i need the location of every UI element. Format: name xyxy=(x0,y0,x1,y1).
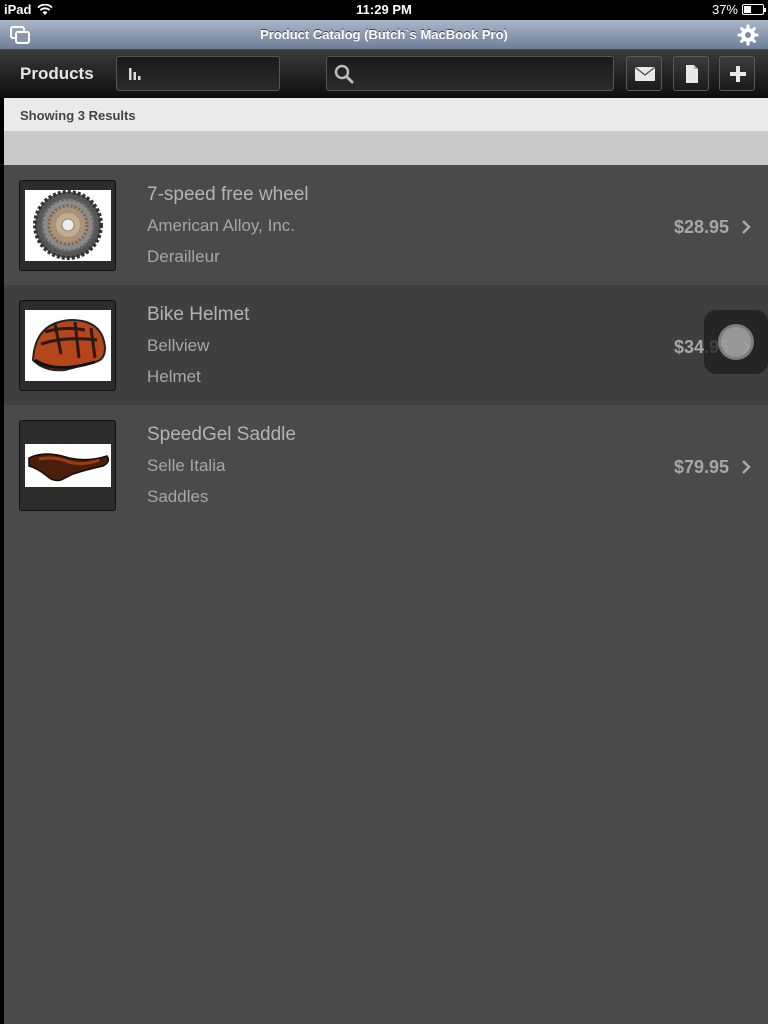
list-item[interactable]: Bike Helmet Bellview Helmet $34.95 xyxy=(4,285,768,405)
search-field[interactable] xyxy=(326,56,614,91)
product-name: 7-speed free wheel xyxy=(147,184,309,205)
list-item[interactable]: SpeedGel Saddle Selle Italia Saddles $79… xyxy=(4,405,768,525)
product-list: 7-speed free wheel American Alloy, Inc. … xyxy=(4,165,768,1024)
product-price: $79.95 xyxy=(673,457,729,477)
document-button[interactable] xyxy=(673,56,709,91)
section-divider xyxy=(4,132,768,165)
saddle-image xyxy=(25,444,111,487)
product-vendor: Selle Italia xyxy=(147,456,226,475)
product-thumbnail xyxy=(19,420,116,511)
list-item[interactable]: 7-speed free wheel American Alloy, Inc. … xyxy=(4,165,768,285)
status-time: 11:29 PM xyxy=(356,2,412,17)
product-vendor: Bellview xyxy=(147,336,210,355)
toolbar: Products xyxy=(0,50,768,98)
plus-icon xyxy=(730,66,746,82)
window-title: Product Catalog (Butch`s MacBook Pro) xyxy=(260,27,508,42)
screen: iPad 11:29 PM 37% Product Catalog (Butch… xyxy=(0,0,768,1024)
status-bar: iPad 11:29 PM 37% xyxy=(0,0,768,20)
page-title: Products xyxy=(20,64,94,83)
product-name: Bike Helmet xyxy=(147,304,250,325)
freewheel-image xyxy=(25,190,111,261)
product-thumbnail xyxy=(19,180,116,271)
product-category: Helmet xyxy=(147,367,201,386)
search-icon xyxy=(334,64,354,84)
assistive-touch-button[interactable] xyxy=(704,310,768,374)
product-price: $28.95 xyxy=(673,217,729,237)
results-header: Showing 3 Results xyxy=(4,98,768,132)
helmet-image xyxy=(25,310,111,381)
chevron-right-icon xyxy=(742,460,751,474)
bar-chart-icon xyxy=(129,68,141,80)
envelope-icon xyxy=(635,66,655,81)
settings-button[interactable] xyxy=(736,23,760,47)
search-input[interactable] xyxy=(359,61,604,87)
add-button[interactable] xyxy=(719,56,755,91)
email-button[interactable] xyxy=(626,56,662,91)
sort-selector[interactable] xyxy=(116,56,280,91)
results-count: Showing 3 Results xyxy=(20,108,136,123)
assistive-touch-icon xyxy=(718,324,754,360)
document-icon xyxy=(686,65,698,83)
battery-percent: 37% xyxy=(711,2,738,17)
title-bar: Product Catalog (Butch`s MacBook Pro) xyxy=(0,20,768,50)
product-category: Saddles xyxy=(147,487,209,506)
chevron-right-icon xyxy=(742,220,751,234)
product-category: Derailleur xyxy=(147,247,220,266)
product-vendor: American Alloy, Inc. xyxy=(147,216,296,235)
status-right: 37% xyxy=(711,2,766,17)
product-thumbnail xyxy=(19,300,116,391)
product-name: SpeedGel Saddle xyxy=(147,424,296,445)
gear-icon xyxy=(737,24,759,46)
battery-icon xyxy=(742,4,766,15)
